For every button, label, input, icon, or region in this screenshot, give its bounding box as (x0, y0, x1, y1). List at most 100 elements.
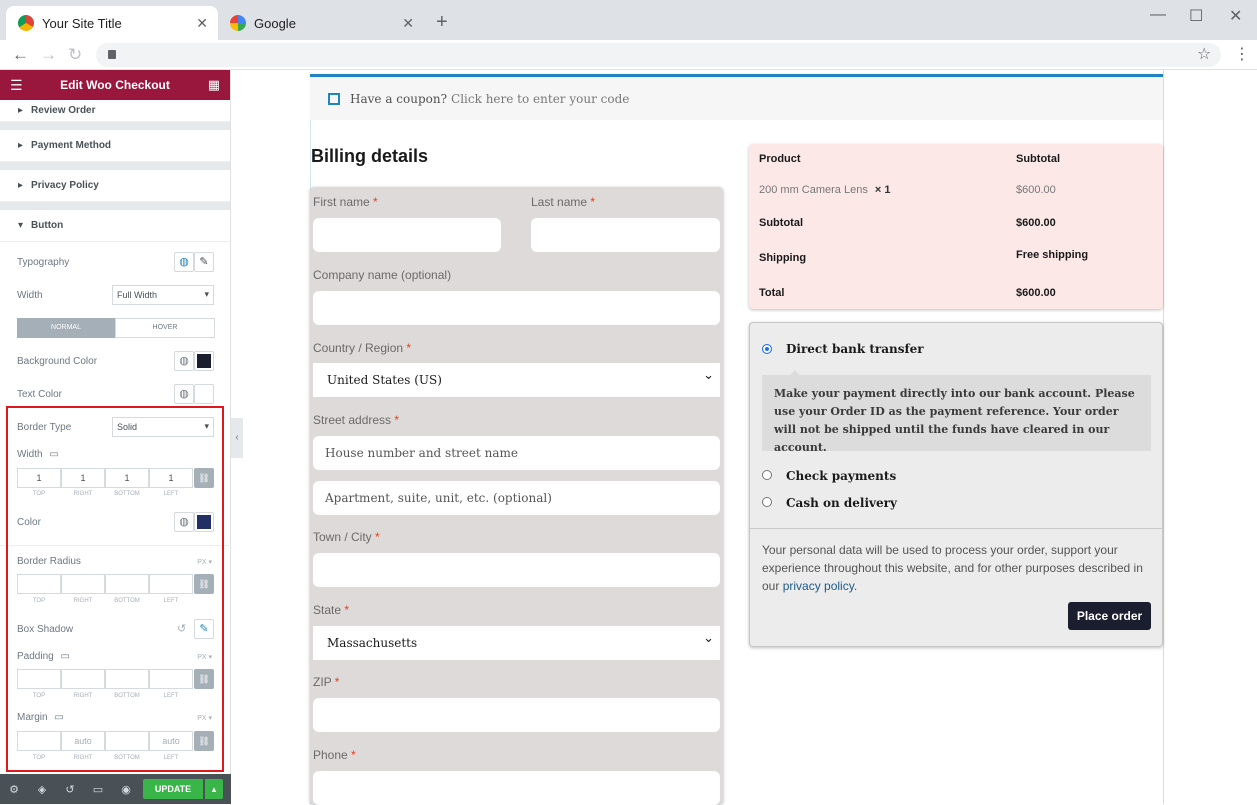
option-cash-on-delivery[interactable]: Cash on delivery (786, 496, 897, 510)
lock-icon (108, 50, 116, 59)
hamburger-menu-icon[interactable]: ☰ (10, 77, 23, 94)
globe-icon[interactable]: ◍ (174, 252, 194, 272)
tab-title: Your Site Title (42, 15, 122, 31)
background-color-swatch[interactable] (194, 351, 214, 371)
close-tab-icon[interactable]: ✕ (402, 15, 414, 32)
company-label: Company name (optional) (313, 268, 452, 282)
city-input[interactable] (313, 553, 720, 587)
label-text: Country / Region (313, 341, 404, 355)
panel-header: ☰ Edit Woo Checkout ▦ (0, 70, 230, 100)
chrome-favicon-icon (18, 15, 34, 31)
omnibox[interactable] (96, 43, 1221, 67)
country-label: Country / Region * (313, 341, 411, 355)
required-mark: * (590, 195, 596, 209)
back-icon[interactable]: ← (12, 45, 29, 65)
caret-down-icon: ▾ (18, 220, 24, 231)
section-privacy-policy[interactable]: ▸ Privacy Policy (0, 170, 230, 202)
bank-transfer-description: Make your payment directly into our bank… (762, 370, 1151, 454)
close-tab-icon[interactable]: ✕ (196, 15, 208, 32)
phone-input[interactable] (313, 771, 720, 805)
collapse-panel-handle[interactable]: ‹ (231, 418, 243, 458)
bookmark-star-icon[interactable]: ☆ (1197, 44, 1211, 64)
option-direct-bank-transfer[interactable]: Direct bank transfer (786, 342, 924, 356)
billing-title: Billing details (311, 146, 429, 166)
item-name-text: 200 mm Camera Lens (759, 184, 868, 196)
section-review-order[interactable]: ▸ Review Order (0, 100, 230, 122)
last-name-input[interactable] (531, 218, 720, 252)
section-divider (0, 122, 230, 130)
first-name-label: First name * (313, 195, 378, 209)
preview-eye-icon[interactable]: ◉ (112, 783, 140, 796)
text-color-swatch[interactable] (194, 384, 214, 404)
required-mark: * (344, 603, 350, 617)
country-select[interactable]: United States (US) (313, 359, 720, 397)
required-mark: * (375, 530, 380, 544)
first-name-input[interactable] (313, 218, 501, 252)
settings-gear-icon[interactable]: ⚙ (0, 783, 28, 796)
coupon-notice: Have a coupon? Click here to enter your … (310, 74, 1163, 120)
radio-check-payments[interactable] (762, 470, 772, 480)
browser-tab-strip: Your Site Title ✕ Google ✕ + — ☐ ✕ (0, 0, 1257, 40)
radio-cash-on-delivery[interactable] (762, 497, 772, 507)
tab-normal[interactable]: NORMAL (17, 318, 115, 338)
item-qty: × 1 (874, 184, 891, 196)
panel-title: Edit Woo Checkout (60, 78, 170, 92)
calendar-icon (328, 92, 340, 105)
address-bar-row: ← → ↻ ☆ ⋮ (0, 40, 1257, 70)
menu-dots-icon[interactable]: ⋮ (1234, 44, 1250, 64)
text-color-label: Text Color (17, 389, 63, 400)
phone-label: Phone * (313, 748, 356, 762)
state-select[interactable]: Massachusetts (313, 622, 720, 660)
company-input[interactable] (313, 291, 720, 325)
zip-input[interactable] (313, 698, 720, 732)
total-label: Total (759, 287, 785, 299)
zip-label: ZIP * (313, 675, 339, 689)
forward-icon[interactable]: → (40, 45, 57, 65)
widgets-grid-icon[interactable]: ▦ (208, 77, 220, 93)
street-address-2-input[interactable]: Apartment, suite, unit, etc. (optional) (313, 481, 720, 515)
radio-direct-bank-transfer[interactable] (762, 344, 772, 354)
last-name-label: Last name * (531, 195, 595, 209)
globe-icon[interactable]: ◍ (174, 384, 194, 404)
section-button[interactable]: ▾ Button (0, 210, 230, 242)
coupon-text: Have a coupon? (350, 91, 448, 106)
street-address-input[interactable]: House number and street name (313, 436, 720, 470)
panel-footer: ⚙ ◈ ↺ ▭ ◉ UPDATE ▴ (0, 774, 231, 804)
navigator-layers-icon[interactable]: ◈ (28, 783, 56, 796)
width-select[interactable]: Full Width (112, 285, 214, 305)
city-label: Town / City * (313, 530, 380, 544)
caret-right-icon: ▸ (18, 140, 24, 151)
state-tabs: NORMAL HOVER (17, 318, 215, 338)
coupon-link[interactable]: Click here to enter your code (451, 92, 629, 106)
typography-label: Typography (17, 257, 70, 268)
total-value: $600.00 (1016, 287, 1056, 299)
reload-icon[interactable]: ↻ (68, 45, 82, 65)
privacy-period: . (853, 579, 858, 593)
minimize-icon[interactable]: — (1150, 6, 1166, 24)
edit-pencil-icon[interactable]: ✎ (194, 252, 214, 272)
close-window-icon[interactable]: ✕ (1229, 6, 1242, 26)
google-favicon-icon (230, 15, 246, 31)
background-color-label: Background Color (17, 356, 98, 367)
section-payment-method[interactable]: ▸ Payment Method (0, 130, 230, 162)
width-label: Width (17, 290, 43, 301)
tab-google[interactable]: Google ✕ (218, 6, 424, 40)
state-label: State * (313, 603, 349, 617)
place-order-button[interactable]: Place order (1068, 602, 1151, 630)
tab-hover[interactable]: HOVER (115, 318, 215, 338)
history-icon[interactable]: ↺ (56, 783, 84, 796)
privacy-notice: Your personal data will be used to proce… (762, 541, 1152, 595)
option-check-payments[interactable]: Check payments (786, 469, 896, 483)
order-review-table: Product Subtotal 200 mm Camera Lens × 1 … (749, 144, 1163, 309)
new-tab-button[interactable]: + (436, 11, 448, 34)
update-button[interactable]: UPDATE (143, 779, 203, 799)
maximize-icon[interactable]: ☐ (1189, 6, 1203, 26)
color-swatch-fill (197, 354, 211, 368)
label-text: Phone (313, 748, 348, 762)
globe-icon[interactable]: ◍ (174, 351, 194, 371)
privacy-policy-link[interactable]: privacy policy (783, 579, 854, 593)
update-options-caret-icon[interactable]: ▴ (205, 779, 223, 799)
section-label: Payment Method (31, 140, 112, 151)
tab-your-site-title[interactable]: Your Site Title ✕ (6, 6, 218, 40)
responsive-mode-icon[interactable]: ▭ (84, 783, 112, 796)
